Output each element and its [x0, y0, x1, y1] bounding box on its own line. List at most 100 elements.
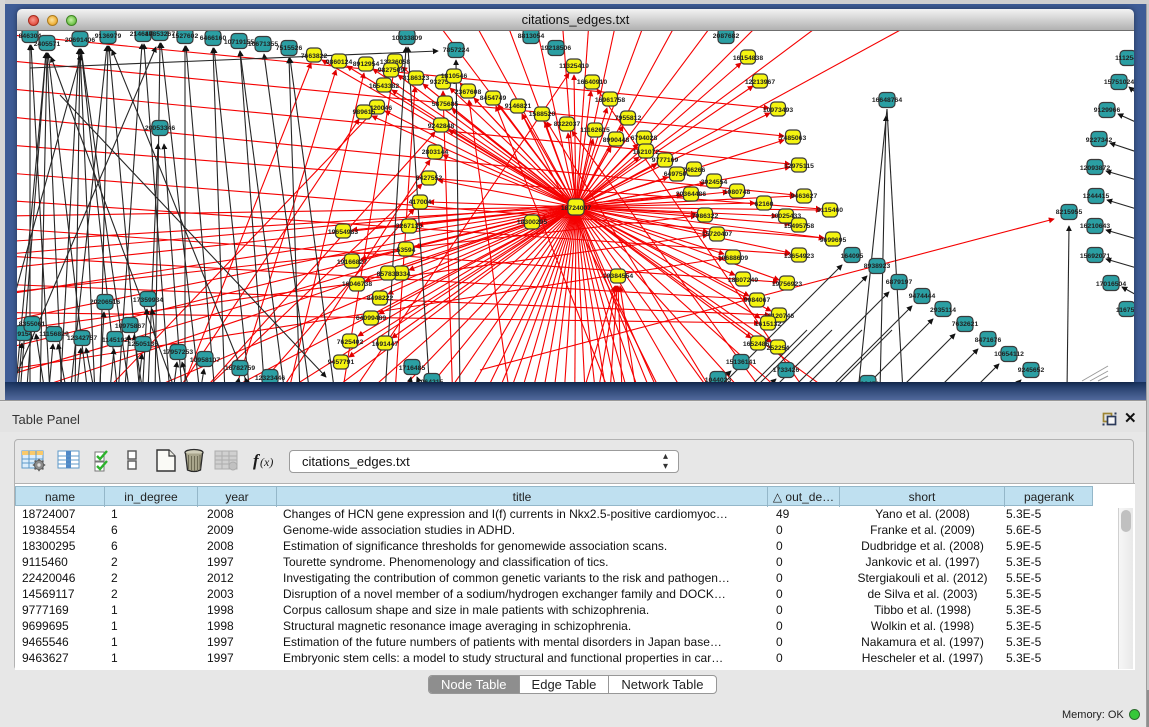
svg-text:8215955: 8215955 — [1056, 209, 1083, 216]
svg-text:1716485: 1716485 — [399, 365, 426, 372]
svg-text:9474444: 9474444 — [909, 293, 936, 300]
svg-text:15720407: 15720407 — [702, 231, 732, 238]
svg-text:846304: 846304 — [19, 33, 42, 40]
svg-text:9129966: 9129966 — [1094, 107, 1121, 114]
svg-text:1810546: 1810546 — [441, 73, 468, 80]
svg-text:6879197: 6879197 — [886, 279, 913, 286]
svg-text:10975867: 10975867 — [115, 323, 145, 330]
svg-text:11156829: 11156829 — [39, 331, 69, 338]
svg-text:2367608: 2367608 — [455, 89, 482, 96]
svg-text:12093872: 12093872 — [1080, 165, 1110, 172]
svg-text:12505135: 12505135 — [128, 341, 158, 348]
svg-text:9245652: 9245652 — [1018, 367, 1045, 374]
svg-text:7955812: 7955812 — [615, 115, 642, 122]
svg-text:8498222: 8498222 — [367, 295, 394, 302]
svg-text:9084067: 9084067 — [744, 297, 771, 304]
svg-text:12213967: 12213967 — [745, 79, 775, 86]
svg-text:8322037: 8322037 — [554, 121, 581, 128]
svg-text:18300295: 18300295 — [517, 219, 547, 226]
svg-text:5875685: 5875685 — [432, 101, 459, 108]
svg-text:10973493: 10973493 — [763, 107, 793, 114]
svg-text:8186323: 8186323 — [403, 75, 430, 82]
svg-text:19218506: 19218506 — [541, 45, 571, 52]
svg-text:9463627: 9463627 — [791, 193, 818, 200]
svg-text:18724007: 18724007 — [561, 205, 591, 212]
svg-text:12975115: 12975115 — [784, 163, 814, 170]
svg-text:19384554: 19384554 — [603, 273, 633, 280]
svg-text:3267130: 3267130 — [396, 223, 423, 230]
svg-text:1044023: 1044023 — [705, 377, 732, 382]
svg-text:992450: 992450 — [857, 381, 880, 382]
svg-text:17359934: 17359934 — [133, 297, 163, 304]
svg-text:16640910: 16640910 — [577, 79, 607, 86]
svg-text:7663822: 7663822 — [301, 53, 328, 60]
svg-text:12342757: 12342757 — [67, 335, 97, 342]
svg-text:13654923: 13654923 — [784, 253, 814, 260]
svg-text:1244415: 1244415 — [1083, 193, 1110, 200]
svg-text:8938923: 8938923 — [864, 263, 891, 270]
svg-text:16782759: 16782759 — [225, 365, 255, 372]
svg-text:15495758: 15495758 — [784, 223, 814, 230]
svg-text:7857224: 7857224 — [443, 47, 470, 54]
svg-text:1112543: 1112543 — [1115, 55, 1134, 62]
svg-text:8427552: 8427552 — [416, 175, 443, 182]
svg-text:19756923: 19756923 — [772, 281, 802, 288]
svg-text:8355061: 8355061 — [19, 321, 46, 328]
svg-text:1145192: 1145192 — [102, 337, 128, 344]
svg-text:746266: 746266 — [683, 167, 706, 174]
svg-text:10688609: 10688609 — [718, 255, 748, 262]
svg-text:8471676: 8471676 — [975, 337, 1002, 344]
svg-text:417004: 417004 — [409, 199, 432, 206]
svg-text:6794028: 6794028 — [631, 135, 658, 142]
svg-text:20364486: 20364486 — [676, 191, 706, 198]
svg-text:16046738: 16046738 — [342, 281, 372, 288]
svg-text:9115460: 9115460 — [817, 207, 843, 214]
svg-text:15692071: 15692071 — [1080, 253, 1110, 260]
svg-text:9227342: 9227342 — [1086, 137, 1113, 144]
svg-text:2405571: 2405571 — [34, 41, 61, 48]
svg-text:16154838: 16154838 — [733, 55, 763, 62]
svg-text:10033809: 10033809 — [392, 35, 422, 42]
svg-text:9457791: 9457791 — [328, 359, 355, 366]
svg-text:1621072: 1621072 — [633, 149, 660, 156]
svg-text:20691406: 20691406 — [65, 37, 95, 44]
svg-text:3024554: 3024554 — [701, 179, 728, 186]
svg-text:1615132: 1615132 — [755, 321, 782, 328]
svg-text:(x): (x) — [260, 455, 273, 469]
svg-text:6466160: 6466160 — [200, 35, 227, 42]
svg-text:164095: 164095 — [841, 253, 864, 260]
svg-text:1080748: 1080748 — [724, 189, 751, 196]
svg-text:7632621: 7632621 — [952, 321, 979, 328]
svg-text:1527602: 1527602 — [172, 33, 199, 40]
svg-text:7986322: 7986322 — [692, 213, 719, 220]
svg-text:9860124: 9860124 — [326, 59, 353, 66]
svg-text:2935114: 2935114 — [930, 307, 956, 314]
svg-text:19166827: 19166827 — [337, 259, 367, 266]
svg-text:8454749: 8454749 — [480, 95, 507, 102]
svg-text:252254: 252254 — [767, 345, 790, 352]
svg-text:9136979: 9136979 — [95, 33, 122, 40]
svg-text:1691447: 1691447 — [372, 341, 399, 348]
svg-text:116753: 116753 — [1116, 307, 1134, 314]
svg-text:2803144: 2803144 — [422, 149, 449, 156]
svg-text:7625402: 7625402 — [337, 339, 364, 346]
svg-text:11325419: 11325419 — [559, 63, 589, 70]
svg-text:62160: 62160 — [755, 201, 774, 208]
svg-text:17957253: 17957253 — [163, 349, 193, 356]
svg-text:10958107: 10958107 — [190, 357, 220, 364]
svg-text:9827509: 9827509 — [378, 67, 405, 74]
svg-text:1733426: 1733426 — [773, 367, 800, 374]
svg-text:9242848: 9242848 — [428, 123, 455, 130]
svg-text:16210643: 16210643 — [1080, 223, 1110, 230]
svg-text:20206516: 20206516 — [90, 299, 120, 306]
svg-text:18807249: 18807249 — [728, 277, 758, 284]
svg-text:8912954: 8912954 — [353, 61, 380, 68]
svg-text:9146821: 9146821 — [505, 103, 532, 110]
svg-text:8813054: 8813054 — [518, 33, 545, 40]
svg-text:16648764: 16648764 — [872, 97, 902, 104]
svg-text:9777169: 9777169 — [652, 157, 679, 164]
svg-text:7515526: 7515526 — [276, 45, 303, 52]
svg-text:11162615: 11162615 — [580, 127, 610, 134]
svg-text:16543382: 16543382 — [369, 83, 399, 90]
svg-text:16961758: 16961758 — [595, 97, 625, 104]
